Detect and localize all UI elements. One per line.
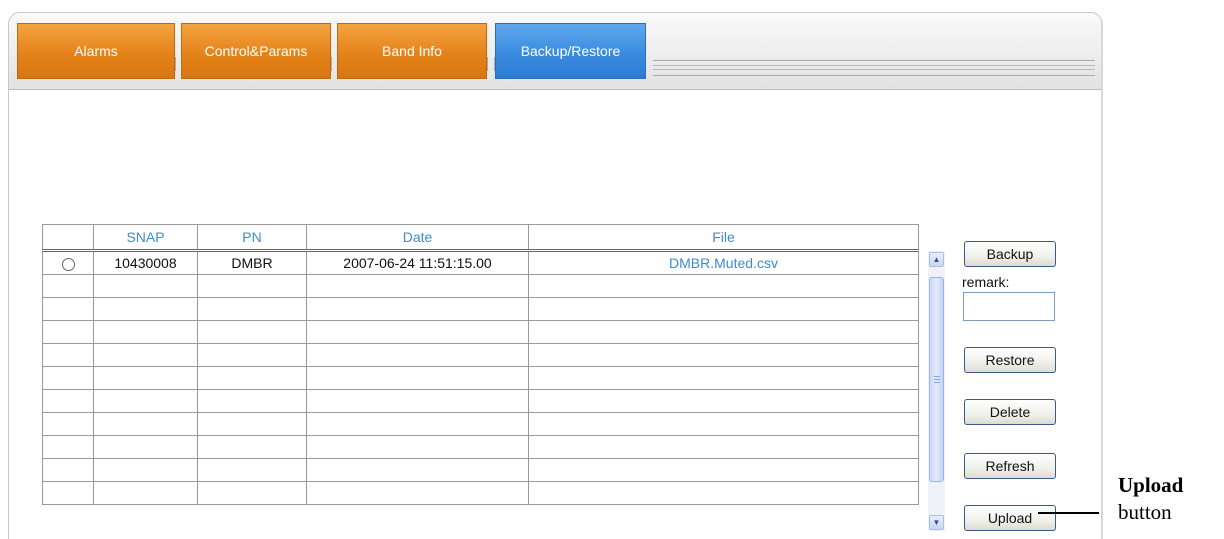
- row-select-cell[interactable]: [42, 458, 94, 482]
- select-column-header: [42, 224, 94, 252]
- backup-button[interactable]: Backup: [964, 241, 1056, 267]
- snap-cell: [93, 458, 198, 482]
- snap-cell: [93, 435, 198, 459]
- pn-cell: [197, 481, 307, 505]
- pn-cell: [197, 458, 307, 482]
- remark-input[interactable]: [963, 292, 1055, 321]
- pn-cell: [197, 320, 307, 344]
- scroll-thumb[interactable]: [929, 277, 944, 482]
- table-row[interactable]: [42, 297, 919, 321]
- snap-cell: [93, 412, 198, 436]
- table-row[interactable]: [42, 343, 919, 367]
- grip-icon: [933, 376, 940, 383]
- restore-button[interactable]: Restore: [964, 347, 1056, 373]
- pn-cell: [197, 343, 307, 367]
- date-cell: [306, 435, 529, 459]
- remark-label: remark:: [962, 274, 1010, 290]
- date-cell: [306, 389, 529, 413]
- callout-pointer: [1038, 512, 1099, 514]
- snap-cell: 10430008: [93, 250, 198, 275]
- file-cell: [528, 481, 919, 505]
- scroll-down-icon[interactable]: ▼: [929, 515, 944, 530]
- pn-cell: [197, 435, 307, 459]
- backup-table: SNAP PN Date File 10430008 DMBR 2007-06-…: [42, 224, 919, 505]
- snap-cell: [93, 343, 198, 367]
- callout-subtitle: button: [1118, 500, 1172, 524]
- table-row[interactable]: [42, 481, 919, 505]
- date-cell: [306, 297, 529, 321]
- date-cell: [306, 412, 529, 436]
- refresh-button[interactable]: Refresh: [964, 453, 1056, 479]
- tab-backup-restore[interactable]: Backup/Restore: [495, 23, 646, 79]
- date-cell: [306, 458, 529, 482]
- row-select-cell[interactable]: [42, 297, 94, 321]
- snap-cell: [93, 297, 198, 321]
- date-cell: [306, 366, 529, 390]
- file-cell: [528, 297, 919, 321]
- row-select-cell[interactable]: [42, 435, 94, 459]
- delete-button[interactable]: Delete: [964, 399, 1056, 425]
- table-header-row: SNAP PN Date File: [42, 224, 919, 252]
- pn-cell: [197, 366, 307, 390]
- row-select-cell[interactable]: [42, 343, 94, 367]
- table-row[interactable]: [42, 320, 919, 344]
- date-cell: [306, 343, 529, 367]
- file-cell: [528, 274, 919, 298]
- callout-title: Upload: [1118, 473, 1184, 497]
- scroll-up-icon[interactable]: ▲: [929, 252, 944, 267]
- file-cell: [528, 412, 919, 436]
- file-cell: [528, 389, 919, 413]
- file-cell: [528, 435, 919, 459]
- file-cell: [528, 320, 919, 344]
- row-select-cell[interactable]: [42, 412, 94, 436]
- pn-cell: [197, 389, 307, 413]
- snap-cell: [93, 389, 198, 413]
- upload-callout: Upload button: [1118, 472, 1183, 526]
- tab-band-info[interactable]: Band Info: [337, 23, 487, 79]
- row-select-cell[interactable]: [42, 389, 94, 413]
- row-select-cell[interactable]: [42, 320, 94, 344]
- snap-column-header: SNAP: [93, 224, 198, 252]
- file-column-header: File: [528, 224, 919, 252]
- row-select-cell[interactable]: [42, 250, 94, 275]
- table-scrollbar[interactable]: ▲ ▼: [928, 251, 945, 531]
- file-cell: [528, 343, 919, 367]
- snap-cell: [93, 274, 198, 298]
- table-row[interactable]: [42, 366, 919, 390]
- row-radio-button[interactable]: [61, 257, 75, 271]
- pn-cell: DMBR: [197, 250, 307, 275]
- tab-alarms[interactable]: Alarms: [17, 23, 175, 79]
- pn-cell: [197, 412, 307, 436]
- date-cell: [306, 320, 529, 344]
- date-cell: 2007-06-24 11:51:15.00: [306, 250, 529, 275]
- tab-bar: Alarms Control&Params Band Info Backup/R…: [9, 13, 1101, 90]
- file-cell: [528, 458, 919, 482]
- table-row[interactable]: [42, 435, 919, 459]
- row-select-cell[interactable]: [42, 274, 94, 298]
- file-cell: DMBR.Muted.csv: [528, 250, 919, 275]
- date-column-header: Date: [306, 224, 529, 252]
- table-row[interactable]: [42, 458, 919, 482]
- tab-divider: [487, 57, 495, 71]
- table-row[interactable]: [42, 389, 919, 413]
- snap-cell: [93, 481, 198, 505]
- pn-column-header: PN: [197, 224, 307, 252]
- snap-cell: [93, 320, 198, 344]
- row-select-cell[interactable]: [42, 481, 94, 505]
- file-cell: [528, 366, 919, 390]
- row-select-cell[interactable]: [42, 366, 94, 390]
- tabbar-decoration: [653, 60, 1095, 76]
- table-row[interactable]: [42, 412, 919, 436]
- tab-control-params[interactable]: Control&Params: [181, 23, 331, 79]
- pn-cell: [197, 274, 307, 298]
- date-cell: [306, 274, 529, 298]
- snap-cell: [93, 366, 198, 390]
- table-row[interactable]: 10430008 DMBR 2007-06-24 11:51:15.00 DMB…: [42, 250, 919, 275]
- pn-cell: [197, 297, 307, 321]
- table-row[interactable]: [42, 274, 919, 298]
- date-cell: [306, 481, 529, 505]
- upload-button[interactable]: Upload: [964, 505, 1056, 531]
